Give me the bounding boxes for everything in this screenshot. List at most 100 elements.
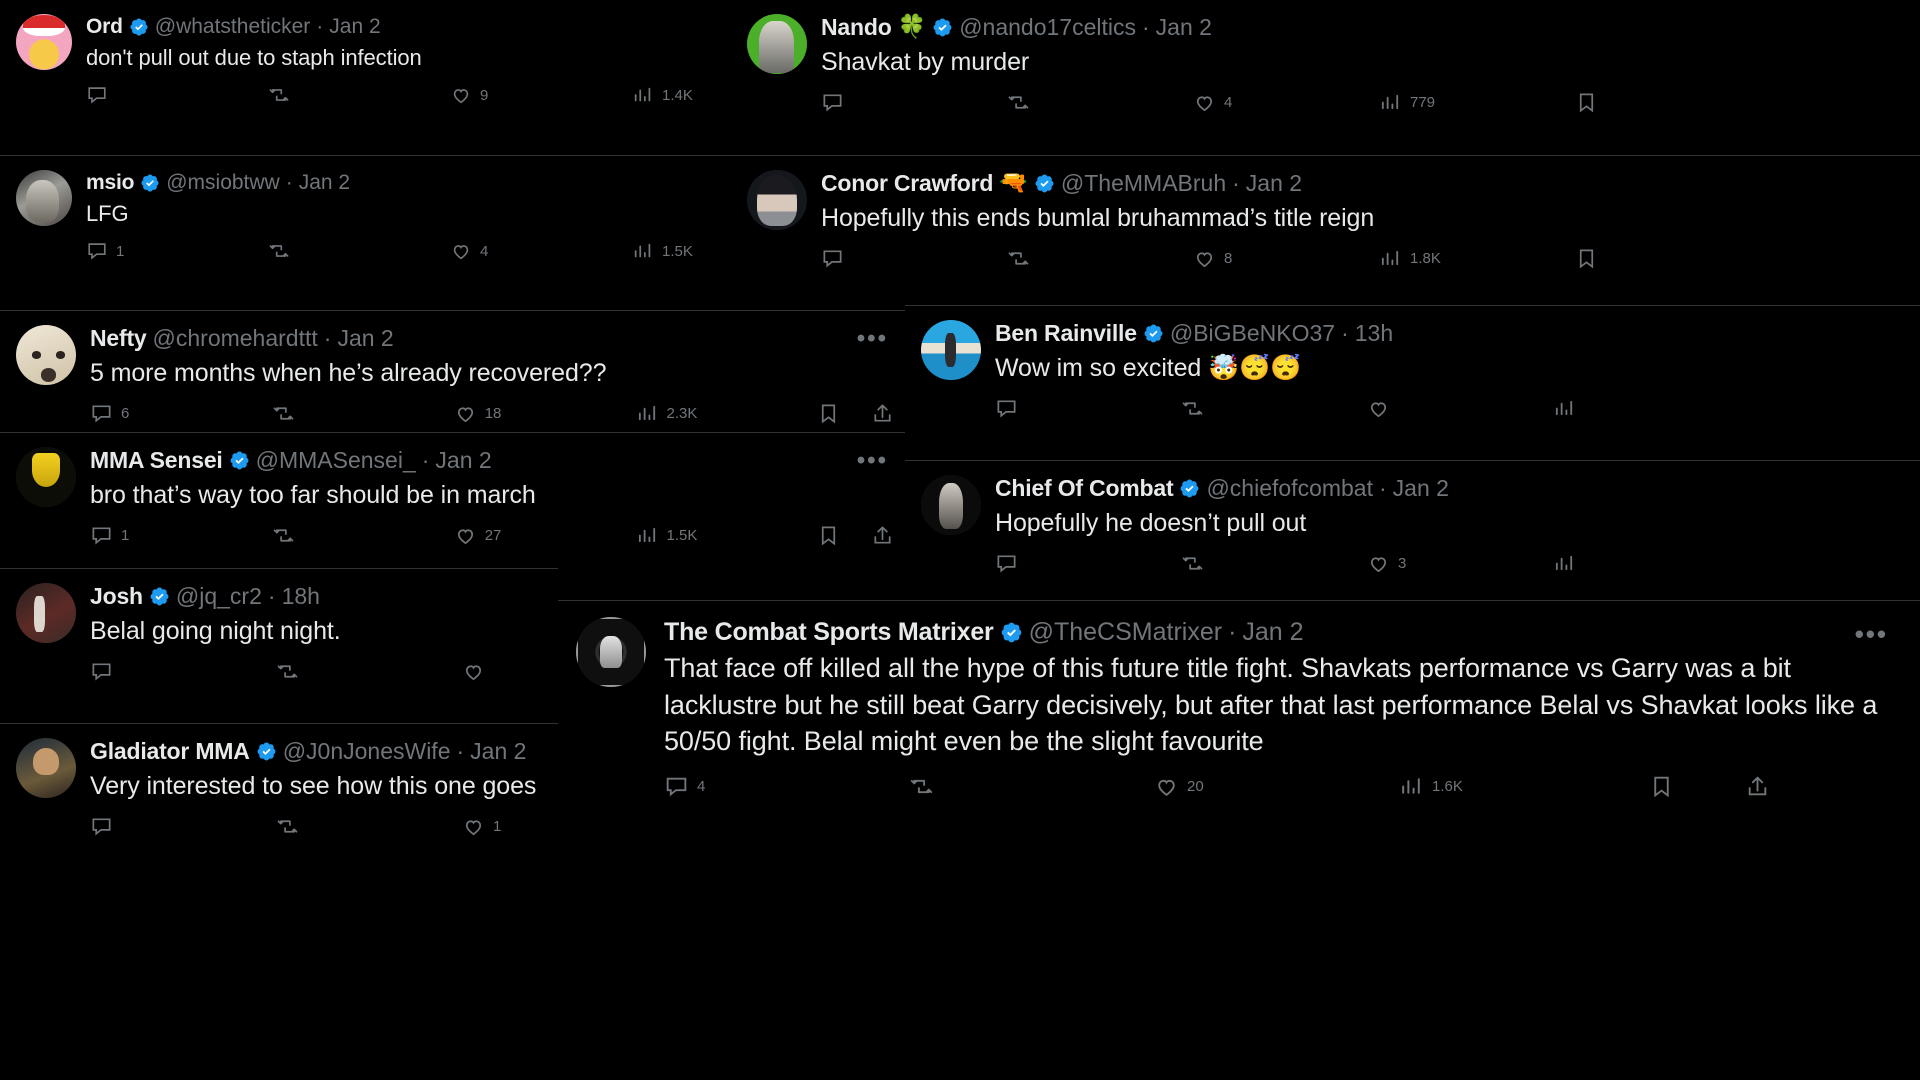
like-button[interactable]: 9 (450, 84, 632, 106)
share-button[interactable] (1745, 774, 1770, 799)
retweet-button[interactable] (268, 240, 450, 262)
avatar[interactable] (16, 447, 76, 507)
avatar[interactable] (576, 617, 646, 687)
reply-button[interactable] (821, 91, 1007, 114)
like-button[interactable]: 3 (1367, 552, 1553, 575)
tweet-card-mma-sensei[interactable]: ••• MMA Sensei @MMASensei_ · Jan 2 bro t… (0, 432, 910, 584)
views-button[interactable]: 2.3K (636, 402, 818, 425)
avatar[interactable] (16, 738, 76, 798)
tweet-card-ben-rainville[interactable]: Ben Rainville @BiGBeNKO37 · 13h Wow im s… (905, 305, 1920, 457)
display-name[interactable]: Josh (90, 583, 143, 611)
display-name[interactable]: Nefty (90, 325, 147, 353)
like-button[interactable]: 4 (1193, 91, 1379, 114)
display-name[interactable]: The Combat Sports Matrixer (664, 617, 994, 647)
display-name[interactable]: Ord (86, 14, 123, 39)
timestamp[interactable]: Jan 2 (329, 14, 380, 39)
handle[interactable]: @TheCSMatrixer (1029, 617, 1222, 647)
handle[interactable]: @MMASensei_ (256, 447, 416, 475)
handle[interactable]: @chiefofcombat (1206, 475, 1373, 503)
reply-button[interactable] (995, 552, 1181, 575)
avatar[interactable] (747, 14, 807, 74)
like-button[interactable]: 18 (454, 402, 636, 425)
reply-button[interactable]: 6 (90, 402, 272, 425)
tweet-card-ord[interactable]: Ord @whatstheticker · Jan 2 don't pull o… (0, 0, 760, 152)
handle[interactable]: @J0nJonesWife (283, 738, 451, 766)
avatar[interactable] (16, 583, 76, 643)
display-name[interactable]: Gladiator MMA (90, 738, 250, 766)
tweet-card-nando[interactable]: Nando 🍀 @nando17celtics · Jan 2 Shavkat … (731, 0, 1920, 152)
views-button[interactable] (1553, 552, 1584, 575)
display-name[interactable]: msio (86, 170, 134, 195)
avatar[interactable] (16, 325, 76, 385)
handle[interactable]: @msiobtww (166, 170, 280, 195)
avatar[interactable] (16, 170, 72, 226)
reply-button[interactable]: 1 (86, 240, 268, 262)
display-name[interactable]: Chief Of Combat (995, 475, 1174, 503)
timestamp[interactable]: 13h (1355, 320, 1393, 348)
like-button[interactable]: 8 (1193, 247, 1379, 270)
share-button[interactable] (871, 524, 894, 547)
views-button[interactable]: 1.8K (1379, 247, 1575, 270)
views-button[interactable]: 1.6K (1399, 774, 1649, 799)
avatar[interactable] (921, 475, 981, 535)
views-button[interactable]: 1.5K (632, 240, 693, 262)
views-button[interactable] (1553, 397, 1584, 420)
timestamp[interactable]: Jan 2 (1393, 475, 1449, 503)
reply-button[interactable] (90, 815, 276, 838)
display-name[interactable]: MMA Sensei (90, 447, 223, 475)
bookmark-button[interactable] (1649, 774, 1745, 799)
timestamp[interactable]: Jan 2 (299, 170, 350, 195)
timestamp[interactable]: Jan 2 (470, 738, 526, 766)
tweet-card-conor-crawford[interactable]: Conor Crawford 🔫 @TheMMABruh · Jan 2 Hop… (731, 155, 1920, 307)
handle[interactable]: @chromehardttt (153, 325, 318, 353)
reply-button[interactable]: 1 (90, 524, 272, 547)
tweet-card-msio[interactable]: msio @msiobtww · Jan 2 LFG 1 4 1.5K (0, 155, 760, 307)
like-button[interactable]: 27 (454, 524, 636, 547)
timestamp[interactable]: Jan 2 (435, 447, 491, 475)
reply-button[interactable] (90, 660, 276, 683)
bookmark-button[interactable] (817, 524, 871, 547)
retweet-button[interactable] (1181, 552, 1367, 575)
bookmark-button[interactable] (1575, 91, 1598, 114)
views-button[interactable]: 1.5K (636, 524, 818, 547)
retweet-button[interactable] (268, 84, 450, 106)
retweet-button[interactable] (272, 524, 454, 547)
display-name[interactable]: Conor Crawford (821, 170, 993, 198)
display-name[interactable]: Ben Rainville (995, 320, 1137, 348)
handle[interactable]: @jq_cr2 (176, 583, 262, 611)
avatar[interactable] (747, 170, 807, 230)
retweet-button[interactable] (1007, 91, 1193, 114)
reply-button[interactable]: 4 (664, 774, 909, 799)
retweet-button[interactable] (272, 402, 454, 425)
like-button[interactable]: 1 (462, 815, 501, 838)
like-button[interactable] (1367, 397, 1553, 420)
views-button[interactable]: 1.4K (632, 84, 693, 106)
more-options-icon[interactable]: ••• (1855, 621, 1888, 647)
handle[interactable]: @TheMMABruh (1061, 170, 1226, 198)
share-button[interactable] (871, 402, 894, 425)
tweet-card-josh[interactable]: Josh @jq_cr2 · 18h Belal going night nig… (0, 568, 558, 720)
avatar[interactable] (921, 320, 981, 380)
timestamp[interactable]: Jan 2 (337, 325, 393, 353)
like-button[interactable]: 4 (450, 240, 632, 262)
avatar[interactable] (16, 14, 72, 70)
timestamp[interactable]: Jan 2 (1156, 14, 1212, 42)
like-button[interactable] (462, 660, 493, 683)
retweet-button[interactable] (1181, 397, 1367, 420)
retweet-button[interactable] (276, 815, 462, 838)
reply-button[interactable] (995, 397, 1181, 420)
reply-button[interactable] (821, 247, 1007, 270)
views-button[interactable]: 779 (1379, 91, 1575, 114)
bookmark-button[interactable] (817, 402, 871, 425)
more-options-icon[interactable]: ••• (857, 327, 888, 351)
handle[interactable]: @whatstheticker (155, 14, 311, 39)
timestamp[interactable]: Jan 2 (1242, 617, 1303, 647)
timestamp[interactable]: 18h (282, 583, 320, 611)
reply-button[interactable] (86, 84, 268, 106)
tweet-card-gladiator-mma[interactable]: Gladiator MMA @J0nJonesWife · Jan 2 Very… (0, 723, 558, 880)
tweet-card-chief-of-combat[interactable]: Chief Of Combat @chiefofcombat · Jan 2 H… (905, 460, 1920, 612)
more-options-icon[interactable]: ••• (857, 449, 888, 473)
like-button[interactable]: 20 (1154, 774, 1399, 799)
display-name[interactable]: Nando (821, 14, 892, 42)
timestamp[interactable]: Jan 2 (1246, 170, 1302, 198)
